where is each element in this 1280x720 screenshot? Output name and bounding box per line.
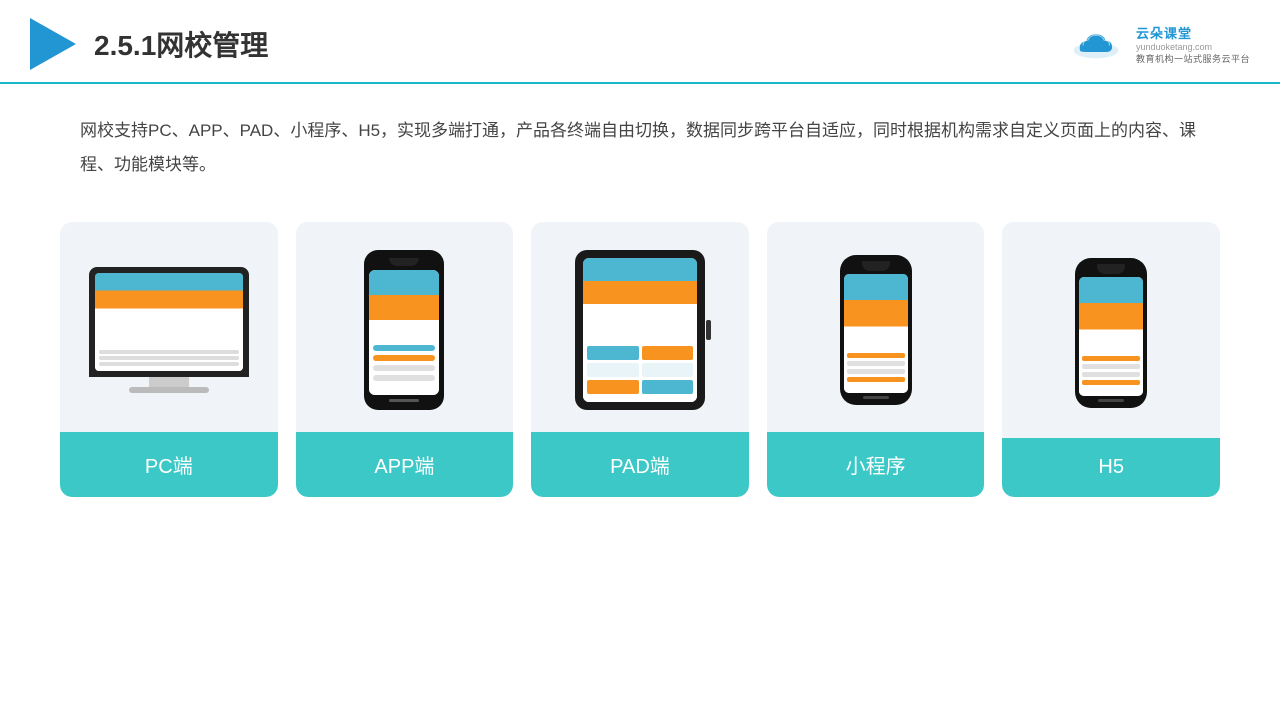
header: 2.5.1网校管理 云朵课堂 yunduoketang.com 教育机构一站式服…	[0, 0, 1280, 84]
phone-screen	[369, 270, 439, 395]
phone-small-screen	[844, 274, 908, 393]
header-right: 云朵课堂 yunduoketang.com 教育机构一站式服务云平台	[1070, 23, 1250, 65]
card-pc-image	[60, 222, 278, 432]
pc-screen	[95, 273, 243, 371]
cards-container: PC端 APP端	[0, 192, 1280, 527]
card-pc-label: PC端	[60, 432, 278, 497]
app-phone-mockup	[364, 250, 444, 410]
card-h5-label: H5	[1002, 438, 1220, 497]
page-title: 2.5.1网校管理	[94, 24, 268, 64]
card-app-image	[296, 222, 514, 432]
h5-phone-mockup	[1075, 258, 1147, 408]
card-pad-label: PAD端	[531, 432, 749, 497]
card-miniprogram-label: 小程序	[767, 432, 985, 497]
phone-bottom-bar	[389, 399, 419, 402]
card-pad: PAD端	[531, 222, 749, 497]
card-pad-image	[531, 222, 749, 432]
card-h5: H5	[1002, 222, 1220, 497]
card-miniprogram-image	[767, 222, 985, 432]
brand-text-group: 云朵课堂 yunduoketang.com 教育机构一站式服务云平台	[1136, 23, 1250, 65]
tablet-home-button	[706, 320, 711, 340]
card-pc: PC端	[60, 222, 278, 497]
phone-small-screen-h5	[1079, 277, 1143, 396]
pc-mockup	[89, 267, 249, 393]
phone-small-home-bar	[863, 396, 889, 399]
tablet-screen	[583, 258, 697, 402]
brand-name: 云朵课堂	[1136, 23, 1192, 42]
tablet-mockup	[575, 250, 705, 410]
logo-triangle-icon	[30, 18, 76, 70]
phone-small-home-bar-h5	[1098, 399, 1124, 402]
brand-url: yunduoketang.com	[1136, 42, 1212, 52]
phone-notch	[389, 258, 419, 266]
card-h5-image	[1002, 222, 1220, 438]
phone-small-notch	[862, 261, 890, 271]
card-app-label: APP端	[296, 432, 514, 497]
cloud-icon	[1070, 28, 1122, 60]
brand-sub: 教育机构一站式服务云平台	[1136, 52, 1250, 65]
description-text: 网校支持PC、APP、PAD、小程序、H5，实现多端打通，产品各终端自由切换，数…	[0, 84, 1280, 192]
card-app: APP端	[296, 222, 514, 497]
card-miniprogram: 小程序	[767, 222, 985, 497]
phone-small-notch-h5	[1097, 264, 1125, 274]
pc-monitor	[89, 267, 249, 377]
miniprogram-phone-mockup	[840, 255, 912, 405]
header-left: 2.5.1网校管理	[30, 18, 268, 70]
